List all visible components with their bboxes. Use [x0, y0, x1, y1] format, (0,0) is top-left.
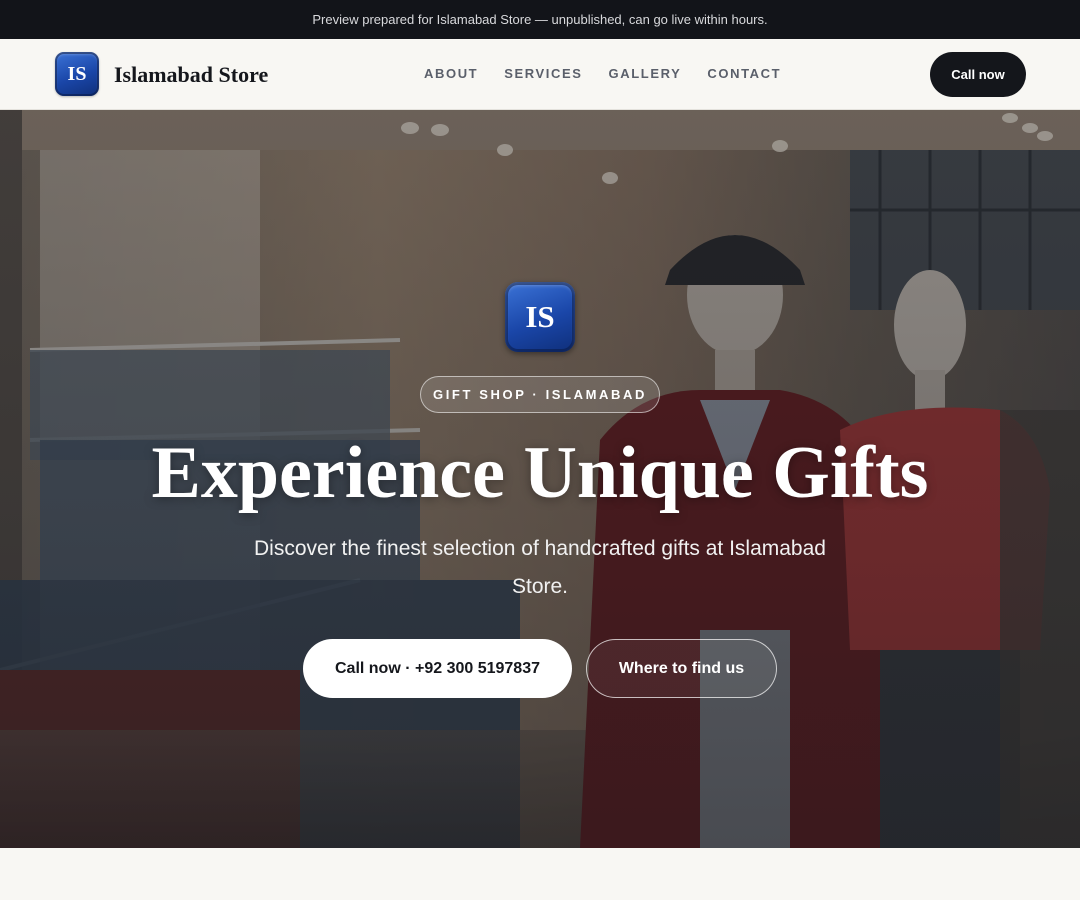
hero-section: IS GIFT SHOP · ISLAMABAD Experience Uniq…: [0, 110, 1080, 848]
call-now-button[interactable]: Call now · +92 300 5197837: [303, 639, 572, 698]
hero-title: Experience Unique Gifts: [151, 432, 929, 514]
hero-subtitle: Discover the finest selection of handcra…: [254, 537, 826, 598]
nav-item-gallery[interactable]: GALLERY: [609, 66, 682, 81]
nav-item-about[interactable]: ABOUT: [424, 66, 478, 81]
category-pill: GIFT SHOP · ISLAMABAD: [420, 376, 660, 413]
nav-item-services[interactable]: SERVICES: [504, 66, 582, 81]
brand-name[interactable]: Islamabad Store: [114, 62, 268, 88]
hero-logo-icon: IS: [505, 282, 575, 352]
main-nav: ABOUT SERVICES GALLERY CONTACT: [424, 66, 781, 81]
logo-icon[interactable]: IS: [55, 52, 99, 96]
next-section: [0, 848, 1080, 900]
where-to-find-us-button[interactable]: Where to find us: [586, 639, 777, 698]
preview-banner: Preview prepared for Islamabad Store — u…: [0, 0, 1080, 39]
site-header: IS Islamabad Store ABOUT SERVICES GALLER…: [0, 39, 1080, 110]
hero-logo-initials: IS: [525, 299, 555, 334]
header-call-button[interactable]: Call now: [930, 52, 1026, 97]
nav-item-contact[interactable]: CONTACT: [707, 66, 781, 81]
preview-banner-text: Preview prepared for Islamabad Store — u…: [312, 12, 768, 27]
logo-initials: IS: [67, 62, 87, 85]
